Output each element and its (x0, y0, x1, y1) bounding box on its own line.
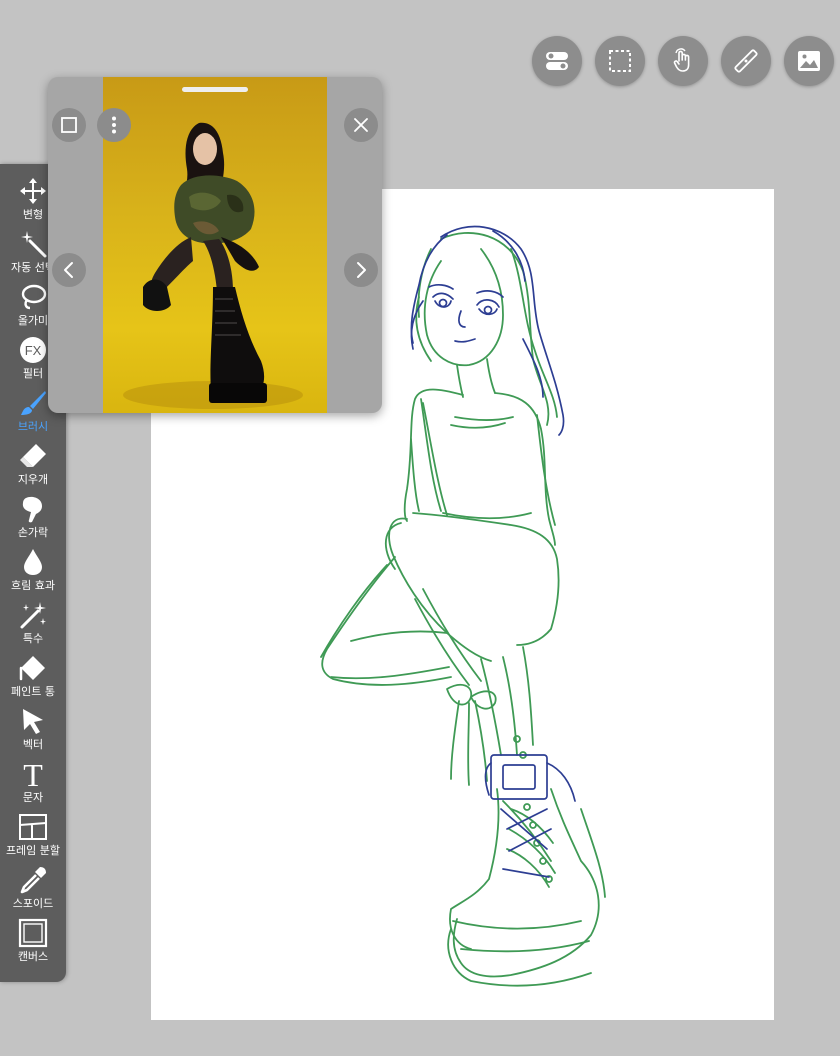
canvas-icon (18, 918, 48, 948)
more-options-icon (112, 116, 116, 134)
next-button[interactable] (344, 253, 378, 287)
tool-eyedropper[interactable]: 스포이드 (0, 863, 66, 916)
ruler-icon (734, 49, 758, 73)
tool-label: 흐림 효과 (11, 579, 55, 592)
fit-frame-button[interactable] (52, 108, 86, 142)
tool-label: 지우개 (17, 473, 49, 486)
more-options-button[interactable] (97, 108, 131, 142)
svg-text:FX: FX (25, 343, 42, 358)
tool-canvas[interactable]: 캔버스 (0, 916, 66, 969)
tool-label: 캔버스 (17, 950, 49, 963)
tool-smudge[interactable]: 손가락 (0, 492, 66, 545)
tool-label: 브러시 (17, 420, 49, 433)
layer-toggle-button[interactable] (532, 36, 582, 86)
top-toolbar (532, 36, 834, 86)
frame-divider-icon (19, 814, 47, 840)
brush-icon (21, 391, 46, 415)
tool-label: 특수 (22, 632, 44, 645)
close-button[interactable] (344, 108, 378, 142)
tool-blur[interactable]: 흐림 효과 (0, 545, 66, 598)
selection-button[interactable] (595, 36, 645, 86)
lasso-icon (21, 284, 47, 310)
tool-label: 손가락 (17, 526, 49, 539)
eraser-icon (20, 444, 46, 467)
smudge-finger-icon (22, 496, 42, 523)
tool-special[interactable]: 특수 (0, 598, 66, 651)
reference-photo (103, 77, 327, 413)
tool-frame-divider[interactable]: 프레임 분할 (0, 810, 66, 863)
sparkle-icon (20, 602, 46, 629)
reference-window[interactable] (48, 77, 382, 413)
next-icon (357, 262, 366, 278)
fx-icon: FX (20, 337, 46, 363)
tool-label: 문자 (22, 791, 44, 804)
touch-button[interactable] (658, 36, 708, 86)
blur-drop-icon (24, 549, 42, 575)
tool-label: 프레임 분할 (5, 844, 61, 857)
eyedropper-icon (20, 867, 46, 894)
paint-bucket-icon (19, 656, 45, 681)
tool-paint-bucket[interactable]: 페인트 통 (0, 651, 66, 704)
previous-button[interactable] (52, 253, 86, 287)
tool-vector[interactable]: 벡터 (0, 704, 66, 757)
magic-wand-icon (21, 231, 47, 258)
move-icon (20, 178, 46, 204)
tool-label: 벡터 (22, 738, 44, 751)
vector-arrow-icon (23, 709, 43, 734)
hand-touch-icon (673, 48, 690, 72)
reference-photo-figure (123, 122, 303, 409)
selection-rect-icon (609, 50, 631, 72)
image-reference-icon (798, 51, 820, 71)
tool-label: 페인트 통 (11, 685, 55, 698)
drag-handle[interactable] (182, 87, 248, 92)
close-icon (354, 118, 368, 132)
reference-button[interactable] (784, 36, 834, 86)
fit-frame-icon (61, 117, 77, 133)
tool-label: 스포이드 (12, 897, 54, 910)
ruler-button[interactable] (721, 36, 771, 86)
tool-text[interactable]: T 문자 (0, 757, 66, 810)
svg-text:T: T (23, 759, 43, 789)
previous-icon (64, 262, 73, 278)
tool-eraser[interactable]: 지우개 (0, 439, 66, 492)
text-icon: T (23, 759, 43, 789)
toggle-layers-icon (546, 52, 568, 70)
